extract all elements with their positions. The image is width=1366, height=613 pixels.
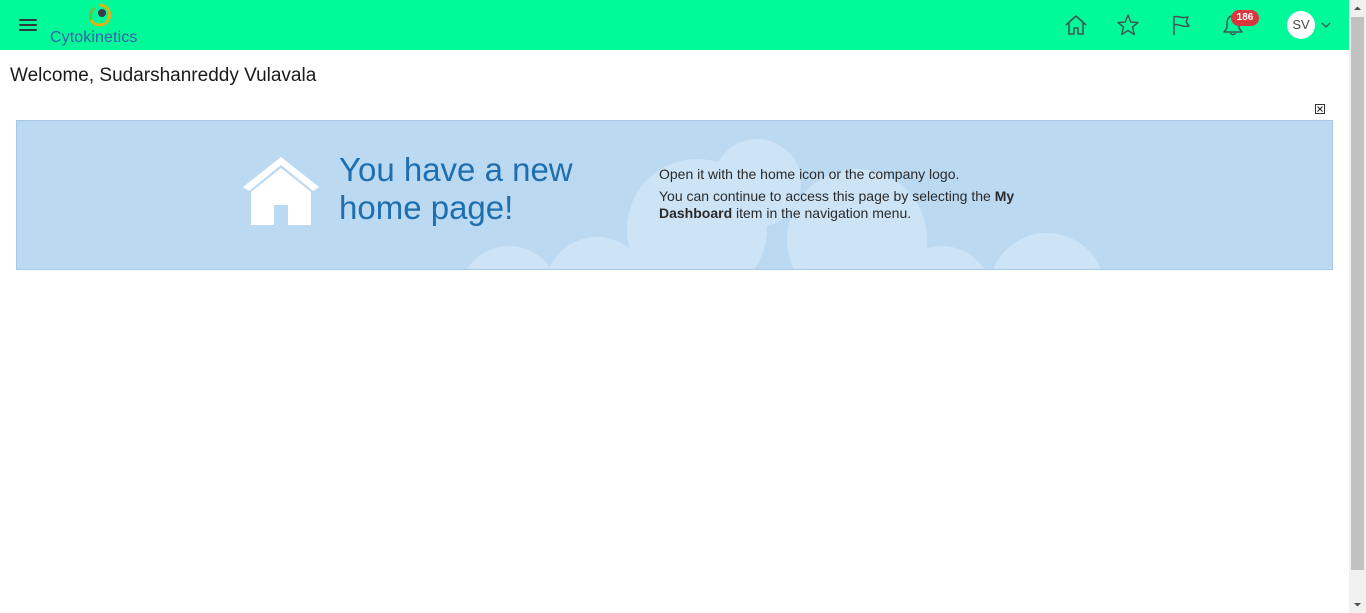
scroll-down-arrow-icon[interactable] — [1353, 600, 1362, 609]
house-icon — [243, 157, 319, 225]
scroll-up-arrow-icon[interactable] — [1353, 4, 1362, 13]
banner-title: You have a new home page! — [339, 151, 573, 226]
scrollbar-thumb[interactable] — [1351, 17, 1364, 570]
page: Cytokinetics 186 SV Welcome, Sudarshanre… — [0, 0, 1366, 613]
vertical-scrollbar[interactable] — [1349, 0, 1366, 613]
hamburger-menu-icon[interactable] — [17, 16, 39, 34]
banner-line-2: You can continue to access this page by … — [659, 188, 1015, 221]
welcome-heading: Welcome, Sudarshanreddy Vulavala — [10, 65, 317, 86]
top-navigation-bar: Cytokinetics 186 SV — [0, 0, 1349, 50]
home-icon[interactable] — [1063, 12, 1089, 38]
banner-description: Open it with the home icon or the compan… — [659, 166, 1079, 227]
user-avatar[interactable]: SV — [1287, 11, 1315, 39]
logo-text: Cytokinetics — [50, 29, 138, 46]
star-icon[interactable] — [1115, 12, 1141, 38]
logo-mark-icon — [88, 3, 112, 27]
dismiss-banner-icon[interactable] — [1314, 103, 1326, 115]
banner-line-1: Open it with the home icon or the compan… — [659, 166, 960, 182]
new-home-page-banner: You have a new home page! Open it with t… — [16, 120, 1333, 270]
flag-icon[interactable] — [1168, 12, 1194, 38]
company-logo[interactable]: Cytokinetics — [48, 2, 158, 48]
notification-count-badge: 186 — [1231, 10, 1259, 26]
chevron-down-icon[interactable] — [1320, 19, 1332, 31]
